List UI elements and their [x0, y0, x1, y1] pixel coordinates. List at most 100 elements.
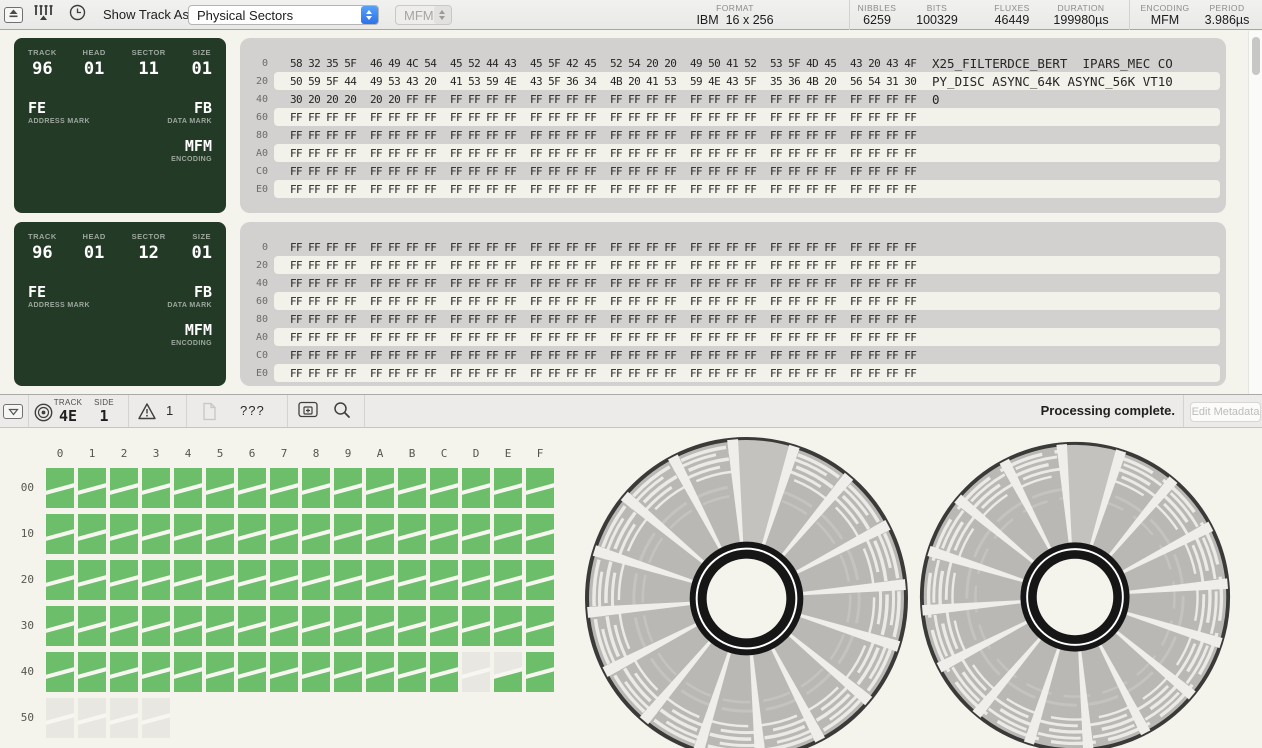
popup-button[interactable]	[3, 404, 23, 419]
document-icon[interactable]	[202, 402, 217, 421]
track-cell-missing[interactable]	[462, 652, 490, 692]
track-cell-good[interactable]	[526, 468, 554, 508]
track-cell-missing[interactable]	[110, 698, 138, 738]
track-cell-good[interactable]	[142, 606, 170, 646]
track-cell-good[interactable]	[334, 560, 362, 600]
history-button[interactable]	[66, 7, 88, 23]
track-cell-good[interactable]	[302, 652, 330, 692]
track-cell-good[interactable]	[526, 652, 554, 692]
track-cell-good[interactable]	[174, 560, 202, 600]
encoding-select[interactable]: MFM	[395, 5, 452, 25]
edit-metadata-button[interactable]: Edit Metadata	[1190, 402, 1261, 422]
track-cell-good[interactable]	[526, 606, 554, 646]
disk-side-0-visualization[interactable]	[583, 435, 910, 748]
track-cell-good[interactable]	[142, 560, 170, 600]
track-cell-good[interactable]	[46, 514, 74, 554]
track-cell-good[interactable]	[366, 468, 394, 508]
track-cell-good[interactable]	[174, 514, 202, 554]
scrollbar-thumb[interactable]	[1252, 37, 1260, 75]
track-cell-good[interactable]	[494, 468, 522, 508]
track-cell-good[interactable]	[46, 560, 74, 600]
track-cell-good[interactable]	[238, 514, 266, 554]
track-cell-good[interactable]	[334, 468, 362, 508]
track-cell-good[interactable]	[302, 606, 330, 646]
track-cell-good[interactable]	[142, 652, 170, 692]
track-cell-good[interactable]	[78, 514, 106, 554]
track-cell-good[interactable]	[46, 652, 74, 692]
track-cell-good[interactable]	[270, 652, 298, 692]
search-button[interactable]	[333, 403, 351, 421]
track-cell-good[interactable]	[78, 606, 106, 646]
disk-side-1-visualization[interactable]	[918, 440, 1232, 748]
track-cell-good[interactable]	[334, 514, 362, 554]
track-cell-missing[interactable]	[142, 698, 170, 738]
track-cell-good[interactable]	[174, 468, 202, 508]
track-cell-good[interactable]	[238, 560, 266, 600]
track-cell-good[interactable]	[206, 560, 234, 600]
track-cell-good[interactable]	[206, 468, 234, 508]
add-to-case-button[interactable]	[298, 403, 318, 420]
track-cell-good[interactable]	[110, 606, 138, 646]
track-cell-good[interactable]	[142, 514, 170, 554]
track-cell-good[interactable]	[462, 514, 490, 554]
hex-bytes-group: FF FF FF FF	[530, 349, 596, 362]
track-cell-good[interactable]	[206, 606, 234, 646]
track-cell-good[interactable]	[334, 606, 362, 646]
track-cell-good[interactable]	[398, 468, 426, 508]
track-cell-good[interactable]	[494, 560, 522, 600]
track-cell-good[interactable]	[46, 606, 74, 646]
track-cell-good[interactable]	[238, 606, 266, 646]
track-cell-good[interactable]	[174, 606, 202, 646]
flux-view-button[interactable]	[31, 7, 59, 23]
track-cell-good[interactable]	[398, 560, 426, 600]
track-cell-good[interactable]	[238, 468, 266, 508]
track-cell-good[interactable]	[270, 514, 298, 554]
track-cell-good[interactable]	[462, 606, 490, 646]
track-cell-good[interactable]	[270, 606, 298, 646]
track-view-select[interactable]: Physical Sectors	[188, 5, 379, 25]
track-cell-good[interactable]	[142, 468, 170, 508]
track-cell-good[interactable]	[302, 514, 330, 554]
track-cell-good[interactable]	[462, 560, 490, 600]
track-cell-good[interactable]	[398, 606, 426, 646]
track-cell-good[interactable]	[334, 652, 362, 692]
track-cell-good[interactable]	[270, 560, 298, 600]
track-cell-good[interactable]	[78, 560, 106, 600]
track-cell-good[interactable]	[398, 514, 426, 554]
track-cell-good[interactable]	[366, 514, 394, 554]
track-cell-missing[interactable]	[78, 698, 106, 738]
track-cell-good[interactable]	[430, 606, 458, 646]
track-cell-good[interactable]	[494, 514, 522, 554]
track-cell-good[interactable]	[430, 652, 458, 692]
track-cell-good[interactable]	[366, 606, 394, 646]
warning-icon[interactable]	[137, 402, 157, 421]
track-cell-good[interactable]	[302, 560, 330, 600]
track-cell-partial[interactable]	[494, 652, 522, 692]
track-cell-good[interactable]	[526, 560, 554, 600]
track-cell-good[interactable]	[430, 514, 458, 554]
track-cell-good[interactable]	[78, 652, 106, 692]
track-cell-good[interactable]	[462, 468, 490, 508]
track-cell-missing[interactable]	[46, 698, 74, 738]
track-cell-good[interactable]	[238, 652, 266, 692]
track-cell-good[interactable]	[206, 652, 234, 692]
track-cell-good[interactable]	[366, 560, 394, 600]
track-cell-good[interactable]	[110, 560, 138, 600]
track-cell-good[interactable]	[430, 468, 458, 508]
track-cell-good[interactable]	[302, 468, 330, 508]
track-cell-good[interactable]	[430, 560, 458, 600]
track-cell-good[interactable]	[526, 514, 554, 554]
track-cell-good[interactable]	[494, 606, 522, 646]
track-cell-good[interactable]	[206, 514, 234, 554]
track-cell-good[interactable]	[110, 514, 138, 554]
track-cell-good[interactable]	[110, 652, 138, 692]
track-cell-good[interactable]	[110, 468, 138, 508]
scrollbar-track[interactable]	[1248, 31, 1262, 394]
track-cell-good[interactable]	[174, 652, 202, 692]
track-cell-good[interactable]	[78, 468, 106, 508]
track-cell-good[interactable]	[398, 652, 426, 692]
track-cell-good[interactable]	[46, 468, 74, 508]
eject-button[interactable]	[4, 7, 23, 23]
track-cell-good[interactable]	[270, 468, 298, 508]
track-cell-good[interactable]	[366, 652, 394, 692]
